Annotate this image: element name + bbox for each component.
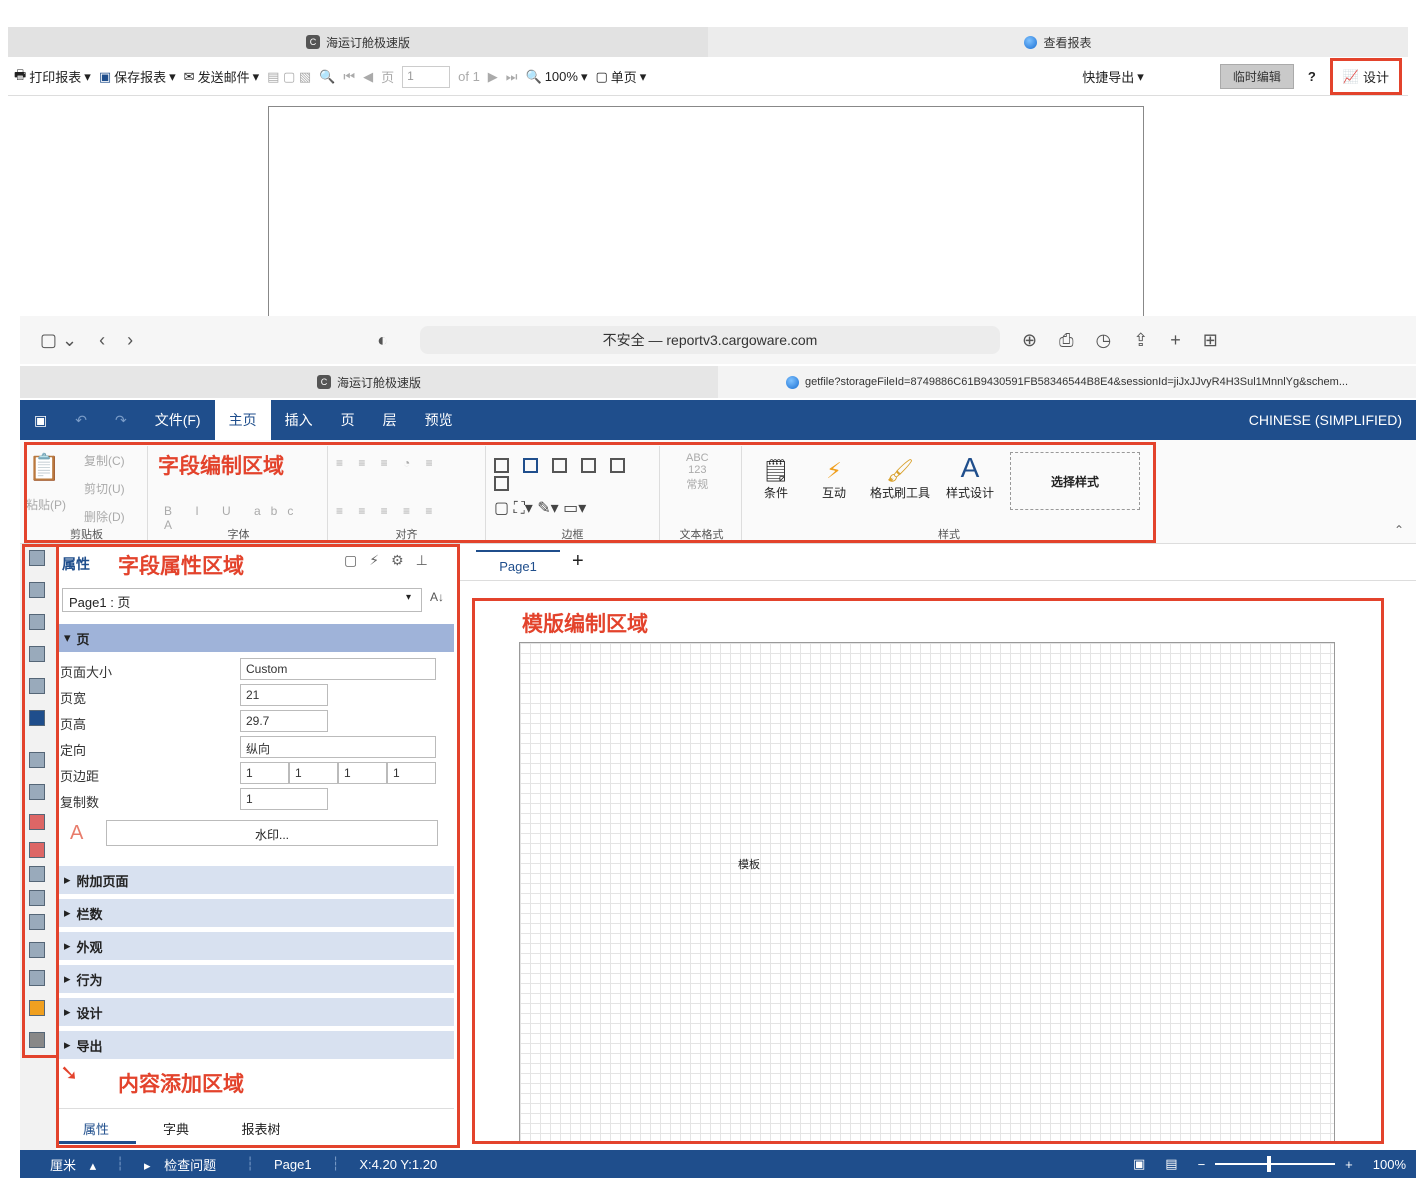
divider: ┆ (116, 1156, 124, 1171)
page-total: of 1 (458, 69, 480, 84)
add-page-button[interactable]: + (572, 550, 584, 573)
sidebar-icon[interactable]: ▢ ⌄ (40, 330, 77, 351)
single-page-label: 单页 (610, 70, 637, 85)
status-zoom: 100% (1372, 1156, 1406, 1172)
menu-file[interactable]: 文件(F) (141, 400, 215, 440)
tab-getfile[interactable]: getfile?storageFileId=8749886C61B9430591… (718, 366, 1416, 398)
unit-selector[interactable]: 厘米 ▴ (20, 1155, 106, 1174)
viewer-toolbar: 🖶 打印报表 ▾ ▣ 保存报表 ▾ ✉ 发送邮件 ▾ ▤ ▢ ▧ 🔍 ⏮ ◀ 页 1 … (8, 58, 1408, 96)
c-icon: C (316, 375, 331, 389)
tab-overview-icon[interactable]: ⊞ (1203, 330, 1218, 351)
language-selector[interactable]: CHINESE (SIMPLIFIED) (1235, 400, 1416, 440)
content-add-highlight (22, 544, 60, 1058)
ribbon-menu: ▣ ↶ ↷ 文件(F) 主页 插入 页 层 预览 CHINESE (SIMPLI… (20, 400, 1416, 440)
temp-edit-button[interactable]: 临时编辑 (1219, 64, 1294, 89)
find-icon[interactable]: 🔍 (319, 69, 335, 85)
save-icon: ▣ (98, 68, 112, 84)
zoom-out-icon[interactable]: − (1188, 1157, 1216, 1172)
viewer-tab-strip: C 海运订舱极速版 查看报表 (8, 27, 1408, 57)
tab-label: getfile?storageFileId=8749886C61B9430591… (804, 376, 1348, 388)
history-icon[interactable]: ◷ (1095, 330, 1111, 351)
tab-booking-2[interactable]: C 海运订舱极速版 (20, 366, 718, 398)
divider: ┆ (331, 1156, 340, 1171)
share-icon[interactable]: ⇪ (1133, 330, 1148, 351)
globe-icon (1024, 35, 1038, 49)
last-page-icon[interactable]: ⏭ (506, 69, 518, 85)
tab-label: 查看报表 (1043, 35, 1092, 50)
field-edit-annotation: 字段编制区域 (158, 450, 284, 480)
design-icon: 📈 (1342, 68, 1359, 84)
field-props-highlight (56, 544, 460, 1148)
unit-label: 厘米 (50, 1157, 77, 1173)
report-preview (268, 106, 1144, 316)
save-icon[interactable]: ▣ (20, 400, 61, 440)
print-icon[interactable]: ⎙ (1059, 330, 1073, 351)
forward-icon[interactable]: › (127, 330, 133, 351)
status-coords: X:4.20 Y:1.20 (359, 1156, 438, 1172)
status-bar: 厘米 ▴ ┆ ▸ 检查问题 ┆ Page1 ┆ X:4.20 Y:1.20 ▣ … (20, 1150, 1416, 1178)
back-icon[interactable]: ‹ (99, 330, 105, 351)
misc-icons: ▤ ▢ ▧ (267, 68, 312, 84)
save-button[interactable]: ▣ 保存报表 ▾ (99, 67, 176, 86)
zoom-in-icon[interactable]: + (1335, 1157, 1363, 1172)
status-page: Page1 (273, 1156, 312, 1172)
tab-page1[interactable]: Page1 (476, 550, 560, 580)
page-label: 页 (381, 70, 395, 85)
next-page-icon[interactable]: ▶ (488, 69, 498, 85)
email-label: 发送邮件 (197, 70, 250, 85)
quick-export-button[interactable]: 快捷导出 ▾ (1082, 67, 1144, 86)
tab-label: 海运订舱极速版 (325, 35, 410, 50)
globe-icon (785, 375, 799, 389)
template-edit-highlight (472, 598, 1384, 1144)
menu-home[interactable]: 主页 (214, 400, 271, 440)
zoom-slider[interactable] (1215, 1156, 1336, 1172)
page-input[interactable]: 1 (402, 65, 451, 88)
menu-insert[interactable]: 插入 (271, 400, 327, 440)
redo-icon[interactable]: ↷ (101, 400, 141, 440)
print-button[interactable]: 🖶 打印报表 ▾ (14, 66, 91, 88)
browser-toolbar: ▢ ⌄ ‹ › ◐ 不安全 — reportv3.cargoware.com ⊕… (20, 316, 1416, 364)
prev-page-icon[interactable]: ◀ (363, 69, 373, 85)
c-icon: C (305, 35, 320, 49)
undo-icon[interactable]: ↶ (61, 400, 101, 440)
menu-preview[interactable]: 预览 (411, 400, 467, 440)
tab-view-report[interactable]: 查看报表 (708, 27, 1408, 57)
divider: ┆ (246, 1156, 254, 1171)
tab-label: 海运订舱极速版 (336, 375, 421, 390)
design-label: 设计 (1362, 70, 1389, 85)
zoom-label: 100% (544, 69, 578, 84)
menu-layer[interactable]: 层 (369, 400, 411, 440)
check-label: 检查问题 (164, 1157, 217, 1173)
single-page-button[interactable]: ▢ 单页 ▾ (595, 67, 646, 86)
browser-tab-strip: C 海运订舱极速版 getfile?storageFileId=8749886C6… (20, 366, 1416, 398)
zoom-thumb[interactable] (1267, 1156, 1272, 1172)
save-label: 保存报表 (114, 70, 167, 85)
divider (460, 580, 1416, 581)
shield-icon: ◐ (377, 329, 388, 350)
first-page-icon[interactable]: ⏮ (343, 69, 355, 85)
tab-booking[interactable]: C 海运订舱极速版 (8, 27, 708, 57)
help-button[interactable]: ? (1308, 69, 1316, 84)
collapse-ribbon-icon[interactable]: ⌃ (1394, 523, 1404, 537)
template-edit-annotation: 模版编制区域 (522, 613, 648, 636)
email-button[interactable]: ✉ 发送邮件 ▾ (184, 67, 259, 86)
menu-page[interactable]: 页 (327, 400, 369, 440)
quick-export-label: 快捷导出 (1082, 70, 1135, 85)
address-bar[interactable]: 不安全 — reportv3.cargoware.com (419, 326, 1000, 354)
check-issues-button[interactable]: ▸ 检查问题 (134, 1155, 236, 1174)
save-status-icon[interactable]: ▤ (1155, 1156, 1187, 1172)
download-icon[interactable]: ⊕ (1022, 330, 1037, 351)
print-label: 打印报表 (29, 70, 82, 85)
top-bar (0, 0, 1424, 26)
design-button[interactable]: 📈 设计 (1329, 58, 1402, 95)
view-icon[interactable]: ▣ (1123, 1156, 1155, 1172)
new-tab-icon[interactable]: + (1170, 330, 1181, 351)
zoom-button[interactable]: 🔍 100% ▾ (526, 69, 588, 85)
